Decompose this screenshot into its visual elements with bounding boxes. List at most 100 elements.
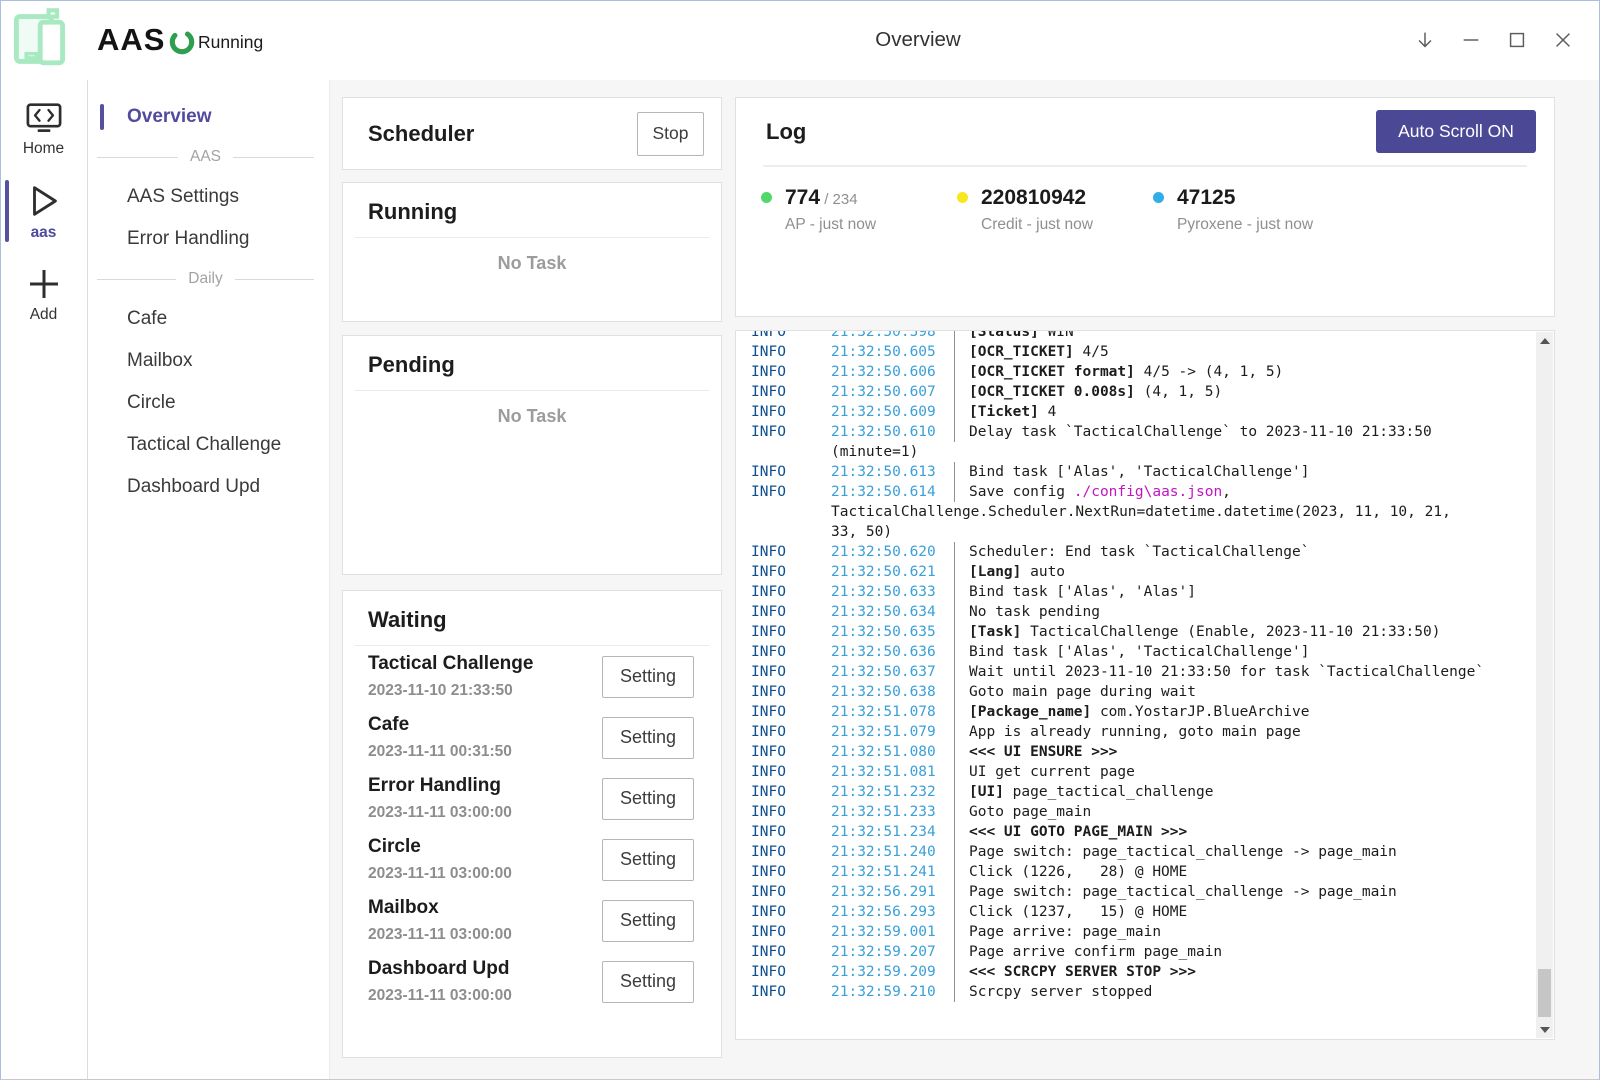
scroll-up-button[interactable] [1536, 332, 1553, 349]
stop-button[interactable]: Stop [637, 112, 704, 156]
setting-button-circle[interactable]: Setting [602, 839, 694, 881]
log-line: INFO21:32:51.078[Package_name] com.Yosta… [751, 702, 1554, 722]
hide-to-tray-button[interactable] [1402, 18, 1448, 62]
setting-button-cafe[interactable]: Setting [602, 717, 694, 759]
stat-dot-icon [761, 192, 772, 203]
stat-dot-icon [1153, 192, 1164, 203]
log-line: INFO21:32:59.210Scrcpy server stopped [751, 982, 1554, 1002]
log-line: INFO21:32:50.605[OCR_TICKET] 4/5 [751, 342, 1554, 362]
setting-button-tactical-challenge[interactable]: Setting [602, 656, 694, 698]
scroll-down-button[interactable] [1536, 1021, 1553, 1038]
log-line: INFO21:32:50.633Bind task ['Alas', 'Alas… [751, 582, 1554, 602]
down-arrow-icon [1414, 29, 1436, 51]
log-scrollbar[interactable] [1536, 332, 1553, 1038]
log-line: INFO21:32:50.607[OCR_TICKET 0.008s] (4, … [751, 382, 1554, 402]
triangle-down-icon [1540, 1027, 1550, 1033]
task-next-run-time: 2023-11-11 03:00:00 [368, 804, 512, 822]
sidebar-item-mailbox[interactable]: Mailbox [88, 340, 329, 382]
task-name: Error Handling [368, 775, 512, 797]
sidebar-item-overview[interactable]: Overview [88, 96, 329, 138]
log-line: INFO21:32:51.234<<< UI GOTO PAGE_MAIN >>… [751, 822, 1554, 842]
waiting-task-circle: Circle2023-11-11 03:00:00Setting [343, 829, 721, 890]
pending-empty-text: No Task [343, 406, 721, 427]
stat-caption: Pyroxene - just now [1177, 216, 1313, 234]
log-line: 33, 50) [751, 522, 1554, 542]
task-name: Tactical Challenge [368, 653, 533, 675]
log-line: TacticalChallenge.Scheduler.NextRun=date… [751, 502, 1554, 522]
log-panel[interactable]: INFO21:32:50.598[Status] WININFO21:32:50… [735, 330, 1555, 1040]
waiting-task-cafe: Cafe2023-11-11 00:31:50Setting [343, 707, 721, 768]
log-line: INFO21:32:50.610Delay task `TacticalChal… [751, 422, 1554, 442]
plus-icon [26, 266, 62, 302]
divider [355, 390, 709, 391]
waiting-title: Waiting [368, 607, 721, 633]
log-line: INFO21:32:51.081UI get current page [751, 762, 1554, 782]
log-line: INFO21:32:51.079App is already running, … [751, 722, 1554, 742]
rail-label: aas [31, 224, 57, 242]
task-name: Mailbox [368, 897, 512, 919]
scheduler-title: Scheduler [368, 121, 474, 147]
resource-stats: 774 / 234AP - just now 220810942 Credit - … [736, 167, 1554, 234]
code-monitor-icon [24, 102, 64, 136]
stat-value: 220810942 [981, 186, 1093, 210]
minimize-button[interactable] [1448, 18, 1494, 62]
app-name: AAS [97, 22, 165, 58]
task-next-run-time: 2023-11-11 03:00:00 [368, 987, 512, 1005]
log-title: Log [766, 119, 806, 145]
stat-credit: 220810942 Credit - just now [957, 186, 1153, 234]
sidebar-item-circle[interactable]: Circle [88, 382, 329, 424]
rail-item-home[interactable]: Home [0, 98, 87, 162]
rail-item-add[interactable]: Add [0, 262, 87, 328]
running-spinner-icon [168, 28, 196, 56]
close-button[interactable] [1540, 18, 1586, 62]
main-content: Scheduler Stop Running No Task Pending N… [330, 80, 1600, 1080]
stat-value: 47125 [1177, 186, 1313, 210]
minimize-icon [1460, 29, 1482, 51]
log-lines: INFO21:32:50.598[Status] WININFO21:32:50… [751, 330, 1554, 1002]
log-line: INFO21:32:59.001Page arrive: page_main [751, 922, 1554, 942]
sidebar-item-tactical-challenge[interactable]: Tactical Challenge [88, 424, 329, 466]
log-line: INFO21:32:50.636Bind task ['Alas', 'Tact… [751, 642, 1554, 662]
active-indicator-bar [5, 180, 9, 242]
stat-ap: 774 / 234AP - just now [761, 186, 957, 234]
sidebar-item-dashboard-upd[interactable]: Dashboard Upd [88, 466, 329, 508]
sidebar-item-label: Error Handling [127, 228, 250, 250]
sidebar-item-aas-settings[interactable]: AAS Settings [88, 176, 329, 218]
titlebar: AAS Running Overview [0, 0, 1600, 81]
stat-max: / 234 [820, 191, 858, 208]
log-line: INFO21:32:50.614Save config ./config\aas… [751, 482, 1554, 502]
auto-scroll-button[interactable]: Auto Scroll ON [1376, 110, 1536, 153]
log-line: INFO21:32:51.240Page switch: page_tactic… [751, 842, 1554, 862]
sidebar-item-error-handling[interactable]: Error Handling [88, 218, 329, 260]
stat-pyroxene: 47125 Pyroxene - just now [1153, 186, 1349, 234]
close-icon [1552, 29, 1574, 51]
sidebar-item-cafe[interactable]: Cafe [88, 298, 329, 340]
log-card: Log Auto Scroll ON 774 / 234AP - just no… [735, 97, 1555, 317]
log-line: INFO21:32:50.620Scheduler: End task `Tac… [751, 542, 1554, 562]
stat-value: 774 / 234 [785, 186, 876, 210]
stat-caption: Credit - just now [981, 216, 1093, 234]
task-next-run-time: 2023-11-11 03:00:00 [368, 926, 512, 944]
waiting-task-mailbox: Mailbox 2023-11-11 03:00:00 Setting [343, 890, 721, 951]
scrollbar-thumb[interactable] [1538, 969, 1551, 1017]
log-line: INFO21:32:51.232[UI] page_tactical_chall… [751, 782, 1554, 802]
sidebar-menu: OverviewAASAAS SettingsError HandlingDai… [88, 80, 330, 1080]
divider [355, 237, 709, 238]
log-line: INFO21:32:50.613Bind task ['Alas', 'Tact… [751, 462, 1554, 482]
sidebar-item-label: Cafe [127, 308, 167, 330]
rail-item-aas[interactable]: aas [0, 178, 87, 246]
setting-button-error-handling[interactable]: Setting [602, 778, 694, 820]
play-icon [26, 182, 62, 220]
setting-button-dashboard-upd[interactable]: Setting [602, 961, 694, 1003]
log-line: INFO21:32:50.621[Lang] auto [751, 562, 1554, 582]
maximize-button[interactable] [1494, 18, 1540, 62]
waiting-card: Waiting Tactical Challenge 2023-11-10 21:… [342, 590, 722, 1058]
setting-button-mailbox[interactable]: Setting [602, 900, 694, 942]
sidebar-item-label: Dashboard Upd [127, 476, 260, 498]
running-empty-text: No Task [343, 253, 721, 274]
task-next-run-time: 2023-11-11 03:00:00 [368, 865, 512, 883]
running-status: Running [198, 32, 263, 53]
waiting-task-tactical-challenge: Tactical Challenge 2023-11-10 21:33:50 Set… [343, 646, 721, 707]
menu-section-divider-aas: AAS [88, 138, 329, 176]
task-next-run-time: 2023-11-10 21:33:50 [368, 682, 533, 700]
